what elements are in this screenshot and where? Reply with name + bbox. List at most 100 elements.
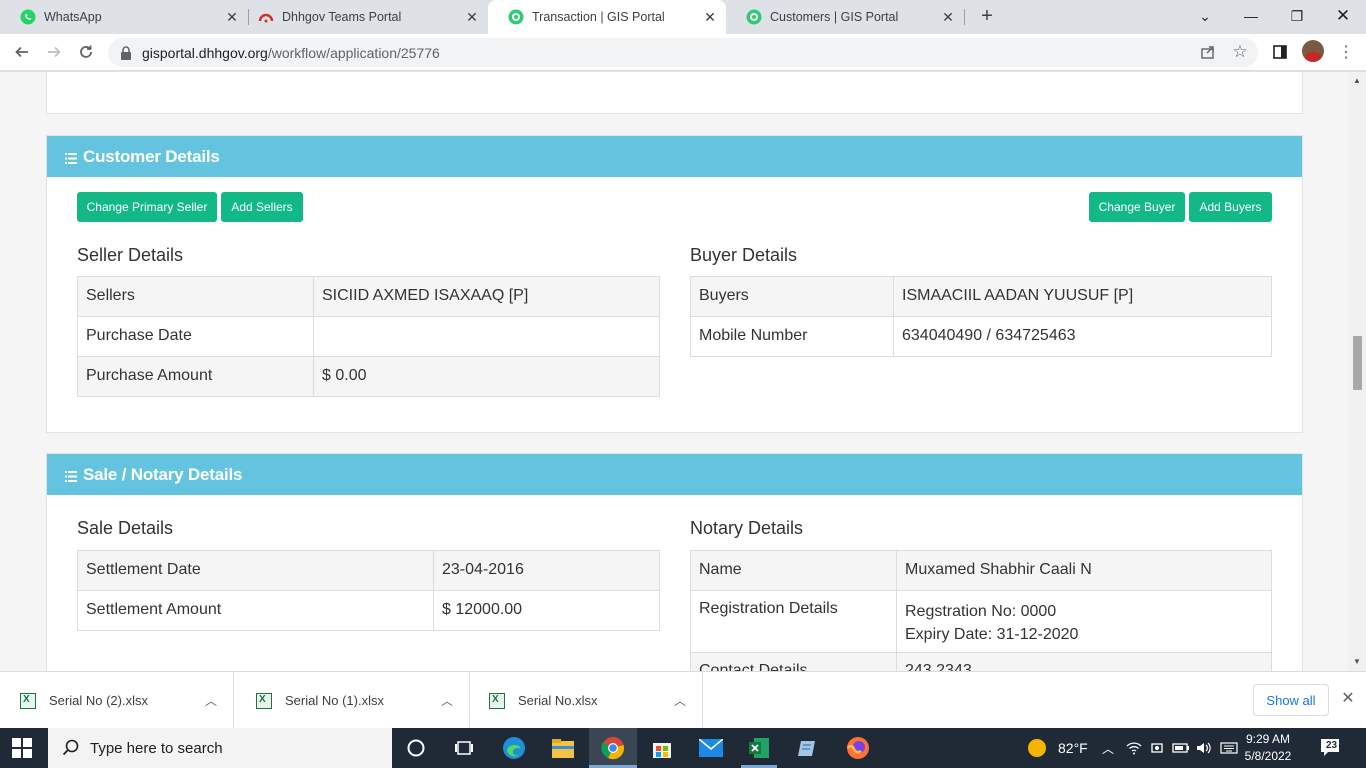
tab-search-icon[interactable]: ⌄	[1182, 0, 1228, 32]
tab-teams-portal[interactable]: Dhhgov Teams Portal ✕	[238, 0, 488, 34]
firefox-icon[interactable]	[846, 736, 870, 760]
panel-header: Customer Details	[47, 136, 1302, 177]
panel-title: Sale / Notary Details	[83, 464, 243, 484]
scrollbar-thumb[interactable]	[1353, 336, 1362, 390]
forward-icon[interactable]	[42, 40, 66, 64]
row-label: Registration Details	[690, 590, 897, 653]
table-row: Sellers SICIID AXMED ISAXAAQ [P]	[77, 276, 660, 317]
row-value: Muxamed Shabhir Caali N	[896, 550, 1272, 591]
side-panel-icon[interactable]	[1268, 40, 1292, 64]
excel-file-icon	[256, 692, 272, 709]
buyer-details-table: Buyers ISMAACIIL AADAN YUUSUF [P] Mobile…	[690, 276, 1272, 357]
close-icon[interactable]: ✕	[462, 7, 482, 27]
seller-details-heading: Seller Details	[77, 245, 184, 265]
download-item[interactable]: Serial No (1).xlsx ︿	[236, 672, 470, 729]
excel-icon[interactable]	[741, 736, 777, 768]
vpn-icon[interactable]	[1150, 728, 1164, 768]
tab-transaction-gis[interactable]: Transaction | GIS Portal ✕	[488, 0, 726, 34]
mail-icon[interactable]	[699, 736, 723, 760]
row-label: Sellers	[77, 276, 314, 317]
tab-whatsapp[interactable]: WhatsApp ✕	[0, 0, 248, 34]
close-icon[interactable]: ✕	[938, 7, 958, 27]
add-buyers-button[interactable]: Add Buyers	[1189, 192, 1272, 222]
download-filename: Serial No (2).xlsx	[49, 693, 148, 708]
notes-app-icon[interactable]	[796, 736, 820, 760]
tab-customers-gis[interactable]: Customers | GIS Portal ✕	[726, 0, 964, 34]
chevron-up-icon[interactable]: ︿	[441, 692, 453, 709]
search-icon	[62, 739, 80, 757]
change-buyer-button[interactable]: Change Buyer	[1089, 192, 1185, 222]
battery-icon[interactable]	[1172, 728, 1190, 768]
change-primary-seller-button[interactable]: Change Primary Seller	[77, 192, 217, 222]
tab-title: Dhhgov Teams Portal	[282, 10, 402, 24]
sale-details-table: Settlement Date 23-04-2016 Settlement Am…	[77, 550, 660, 631]
cortana-icon[interactable]	[404, 736, 428, 760]
taskbar-search-input[interactable]: Type here to search	[48, 728, 392, 768]
keyboard-icon[interactable]	[1220, 728, 1238, 768]
sale-notary-details-panel: Sale / Notary Details Sale Details Notar…	[46, 453, 1303, 671]
list-icon	[65, 149, 77, 164]
add-sellers-button[interactable]: Add Sellers	[221, 192, 303, 222]
row-label: Buyers	[690, 276, 894, 317]
customer-details-panel: Customer Details Change Primary Seller A…	[46, 135, 1303, 433]
chevron-up-icon[interactable]: ︿	[205, 692, 217, 709]
download-filename: Serial No (1).xlsx	[285, 693, 384, 708]
chrome-icon[interactable]	[601, 736, 625, 760]
new-tab-icon[interactable]: +	[976, 6, 998, 28]
weather-widget[interactable]: 82°F	[1026, 728, 1088, 768]
excel-file-icon	[20, 692, 36, 709]
close-icon[interactable]: ✕	[700, 7, 720, 27]
row-value: ISMAACIIL AADAN YUUSUF [P]	[893, 276, 1272, 317]
show-all-button[interactable]: Show all	[1253, 684, 1329, 716]
menu-kebab-icon[interactable]: ⋮	[1334, 40, 1358, 64]
url-domain: gisportal.dhhgov.org	[142, 44, 268, 61]
windows-taskbar: Type here to search 82°F ︿ 9:29 AM 5/8/2…	[0, 728, 1366, 768]
volume-icon[interactable]	[1196, 728, 1212, 768]
profile-avatar[interactable]	[1302, 40, 1324, 62]
window-close-icon[interactable]: ✕	[1320, 0, 1366, 32]
notification-center-icon[interactable]: 23	[1320, 738, 1342, 758]
tab-title: Transaction | GIS Portal	[532, 10, 665, 24]
taskbar-clock[interactable]: 9:29 AM 5/8/2022	[1238, 731, 1298, 765]
registration-number: Regstration No: 0000	[905, 603, 1057, 620]
table-row: Registration Details Regstration No: 000…	[690, 590, 1272, 653]
download-item[interactable]: Serial No.xlsx ︿	[469, 672, 703, 729]
edge-icon[interactable]	[502, 736, 526, 760]
whatsapp-icon	[20, 9, 36, 25]
close-icon[interactable]: ✕	[1339, 690, 1357, 708]
page-scrollbar[interactable]: ▲ ▼	[1348, 72, 1366, 671]
table-row: Name Muxamed Shabhir Caali N	[690, 550, 1272, 591]
scroll-up-icon[interactable]: ▲	[1352, 76, 1362, 85]
task-view-icon[interactable]	[452, 736, 476, 760]
excel-file-icon	[489, 692, 505, 709]
download-item[interactable]: Serial No (2).xlsx ︿	[0, 672, 234, 729]
reload-icon[interactable]	[74, 40, 98, 64]
notary-details-heading: Notary Details	[690, 518, 804, 538]
weather-temp: 82°F	[1058, 740, 1088, 756]
row-value: 23-04-2016	[433, 550, 660, 591]
row-label: Purchase Date	[77, 316, 314, 357]
table-row: Purchase Date	[77, 316, 660, 357]
windows-start-icon[interactable]	[12, 738, 32, 758]
address-bar[interactable]: gisportal.dhhgov.org/workflow/applicatio…	[108, 38, 1258, 67]
minimize-icon[interactable]: —	[1228, 0, 1274, 32]
row-label: Mobile Number	[690, 316, 894, 357]
clock-time: 9:29 AM	[1245, 732, 1291, 746]
file-explorer-icon[interactable]	[551, 736, 575, 760]
restore-icon[interactable]: ❐	[1274, 0, 1320, 32]
tray-overflow-icon[interactable]: ︿	[1102, 728, 1114, 768]
scroll-down-icon[interactable]: ▼	[1352, 657, 1362, 666]
share-icon[interactable]	[1196, 40, 1220, 64]
bookmark-star-icon[interactable]: ☆	[1228, 40, 1252, 64]
lock-icon[interactable]	[120, 45, 132, 60]
chevron-up-icon[interactable]: ︿	[674, 692, 686, 709]
row-label: Purchase Amount	[77, 356, 314, 397]
wifi-icon[interactable]	[1126, 728, 1142, 768]
store-icon[interactable]	[650, 736, 674, 760]
table-row: Mobile Number 634040490 / 634725463	[690, 316, 1272, 357]
panel-title: Customer Details	[83, 146, 220, 166]
clock-date: 5/8/2022	[1244, 749, 1292, 763]
row-label: Name	[690, 550, 897, 591]
row-value: $ 0.00	[313, 356, 660, 397]
back-icon[interactable]	[10, 40, 34, 64]
